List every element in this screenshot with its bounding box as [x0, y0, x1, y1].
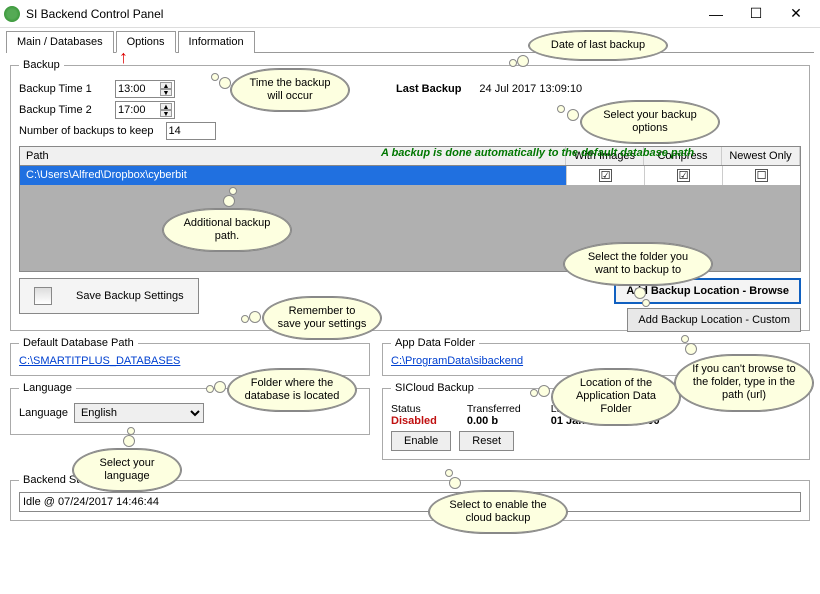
default-db-path-link[interactable]: C:\SMARTITPLUS_DATABASES [19, 355, 180, 367]
add-backup-custom-button[interactable]: Add Backup Location - Custom [627, 308, 801, 332]
spinner-down-icon[interactable]: ▼ [160, 89, 172, 96]
newest-only-checkbox[interactable]: ☐ [755, 169, 768, 182]
spinner-down-icon[interactable]: ▼ [160, 110, 172, 117]
cloud-transferred: 0.00 b [467, 415, 521, 427]
backup-legend: Backup [19, 59, 64, 71]
cloud-reset-button[interactable]: Reset [459, 431, 514, 451]
cloud-group: SICloud Backup StatusDisabled Transferre… [382, 382, 810, 460]
col-newest-only[interactable]: Newest Only [722, 147, 800, 165]
appdata-group: App Data Folder C:\ProgramData\sibackend [382, 337, 810, 376]
language-group: Language Language English [10, 382, 370, 435]
add-backup-browse-button[interactable]: Add Backup Location - Browse [614, 278, 801, 304]
backend-status-input[interactable] [19, 492, 801, 512]
backup-group: Backup Backup Time 1 ▲▼ Backup Time 2 ▲▼… [10, 59, 810, 331]
cloud-enable-button[interactable]: Enable [391, 431, 451, 451]
appdata-path-link[interactable]: C:\ProgramData\sibackend [391, 355, 523, 367]
compress-checkbox[interactable]: ☑ [677, 169, 690, 182]
path-cell: C:\Users\Alfred\Dropbox\cyberbit [20, 166, 566, 185]
spinner-up-icon[interactable]: ▲ [160, 103, 172, 110]
backup-paths-table: Path With Images Compress Newest Only C:… [19, 146, 801, 272]
table-row[interactable]: C:\Users\Alfred\Dropbox\cyberbit ☑ ☑ ☐ [20, 166, 800, 185]
tab-information[interactable]: Information [178, 31, 255, 53]
save-icon [34, 287, 52, 305]
language-select[interactable]: English [74, 403, 204, 423]
save-backup-settings-button[interactable]: Save Backup Settings [19, 278, 199, 314]
backend-status-group: Backend Status [10, 474, 810, 521]
close-button[interactable]: ✕ [776, 2, 816, 26]
backup-time2-input[interactable]: ▲▼ [115, 101, 175, 119]
app-icon [4, 6, 20, 22]
window-title: SI Backend Control Panel [26, 7, 696, 21]
minimize-button[interactable]: — [696, 2, 736, 26]
tabbar: Main / Databases Options Information [6, 30, 814, 53]
keep-input[interactable] [166, 122, 216, 140]
last-backup: Last Backup24 Jul 2017 13:09:10 [396, 83, 582, 95]
tab-options[interactable]: Options [116, 31, 176, 53]
backup-time1-input[interactable]: ▲▼ [115, 80, 175, 98]
backup-time1-label: Backup Time 1 [19, 83, 109, 95]
with-images-checkbox[interactable]: ☑ [599, 169, 612, 182]
cloud-status: Disabled [391, 415, 437, 427]
auto-backup-note: A backup is done automatically to the de… [381, 147, 694, 159]
titlebar: SI Backend Control Panel — ☐ ✕ [0, 0, 820, 28]
cloud-last-upload: 01 Jan 0001 00:00:00 [551, 415, 660, 427]
tab-main-databases[interactable]: Main / Databases [6, 31, 114, 53]
keep-label: Number of backups to keep [19, 125, 154, 137]
language-label: Language [19, 407, 68, 419]
spinner-up-icon[interactable]: ▲ [160, 82, 172, 89]
default-db-group: Default Database Path C:\SMARTITPLUS_DAT… [10, 337, 370, 376]
maximize-button[interactable]: ☐ [736, 2, 776, 26]
backup-time2-label: Backup Time 2 [19, 104, 109, 116]
